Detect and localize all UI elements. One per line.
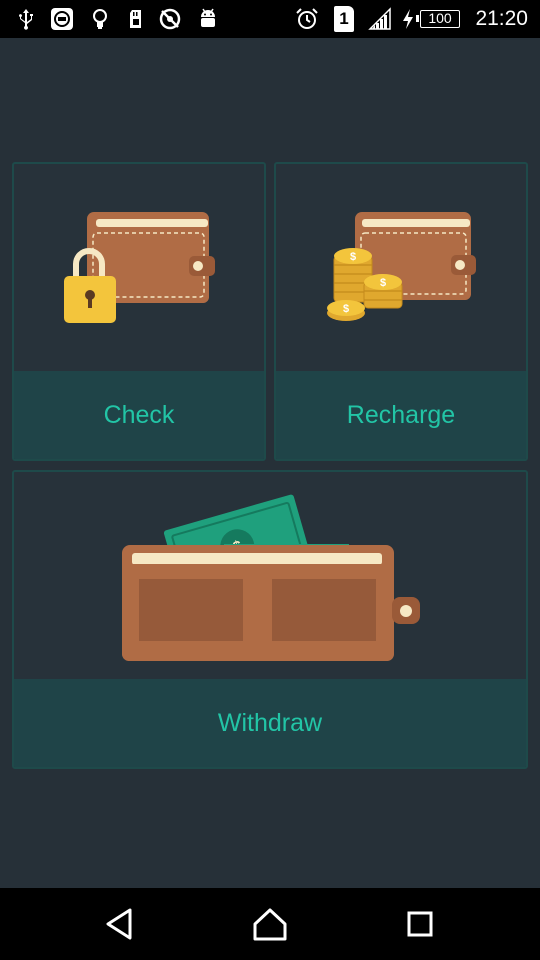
recharge-art: $ $ $ xyxy=(276,164,526,373)
check-label: Check xyxy=(14,371,264,459)
home-button[interactable] xyxy=(250,904,290,944)
sim-icon: 1 xyxy=(334,6,354,32)
battery-level: 100 xyxy=(428,10,452,26)
sd-card-icon xyxy=(130,10,141,28)
svg-text:$: $ xyxy=(343,303,349,315)
charging-icon xyxy=(403,9,413,29)
alarm-icon xyxy=(296,8,318,29)
withdraw-art: $ xyxy=(14,472,526,681)
usb-icon xyxy=(19,9,33,30)
signal-icon xyxy=(368,7,391,30)
sim-slot-number: 1 xyxy=(339,9,349,28)
recents-button[interactable] xyxy=(400,904,440,944)
screenshot-icon xyxy=(51,8,73,30)
android-icon xyxy=(201,8,215,27)
battery-icon: 100 xyxy=(416,10,460,28)
no-location-icon xyxy=(159,8,181,30)
wallet-coins-icon: $ $ $ xyxy=(327,212,476,321)
check-art xyxy=(14,164,264,373)
clock-time: 21:20 xyxy=(475,7,528,30)
status-bar: 1 100 21:20 xyxy=(0,0,540,38)
withdraw-card[interactable]: $ Withdraw xyxy=(12,470,528,769)
recharge-card[interactable]: $ $ $ Recharge xyxy=(274,162,528,461)
back-button[interactable] xyxy=(100,904,140,944)
app-content: Check $ $ $ Recharge Withdraw xyxy=(0,38,540,888)
wallet-lock-icon xyxy=(64,212,215,323)
navigation-bar xyxy=(0,888,540,960)
bulb-icon xyxy=(93,9,107,29)
check-card[interactable]: Check xyxy=(12,162,266,461)
withdraw-label: Withdraw xyxy=(14,679,526,767)
wallet-cash-icon: $ xyxy=(122,494,420,661)
svg-text:$: $ xyxy=(380,277,386,289)
recharge-label: Recharge xyxy=(276,371,526,459)
svg-text:$: $ xyxy=(350,251,356,263)
